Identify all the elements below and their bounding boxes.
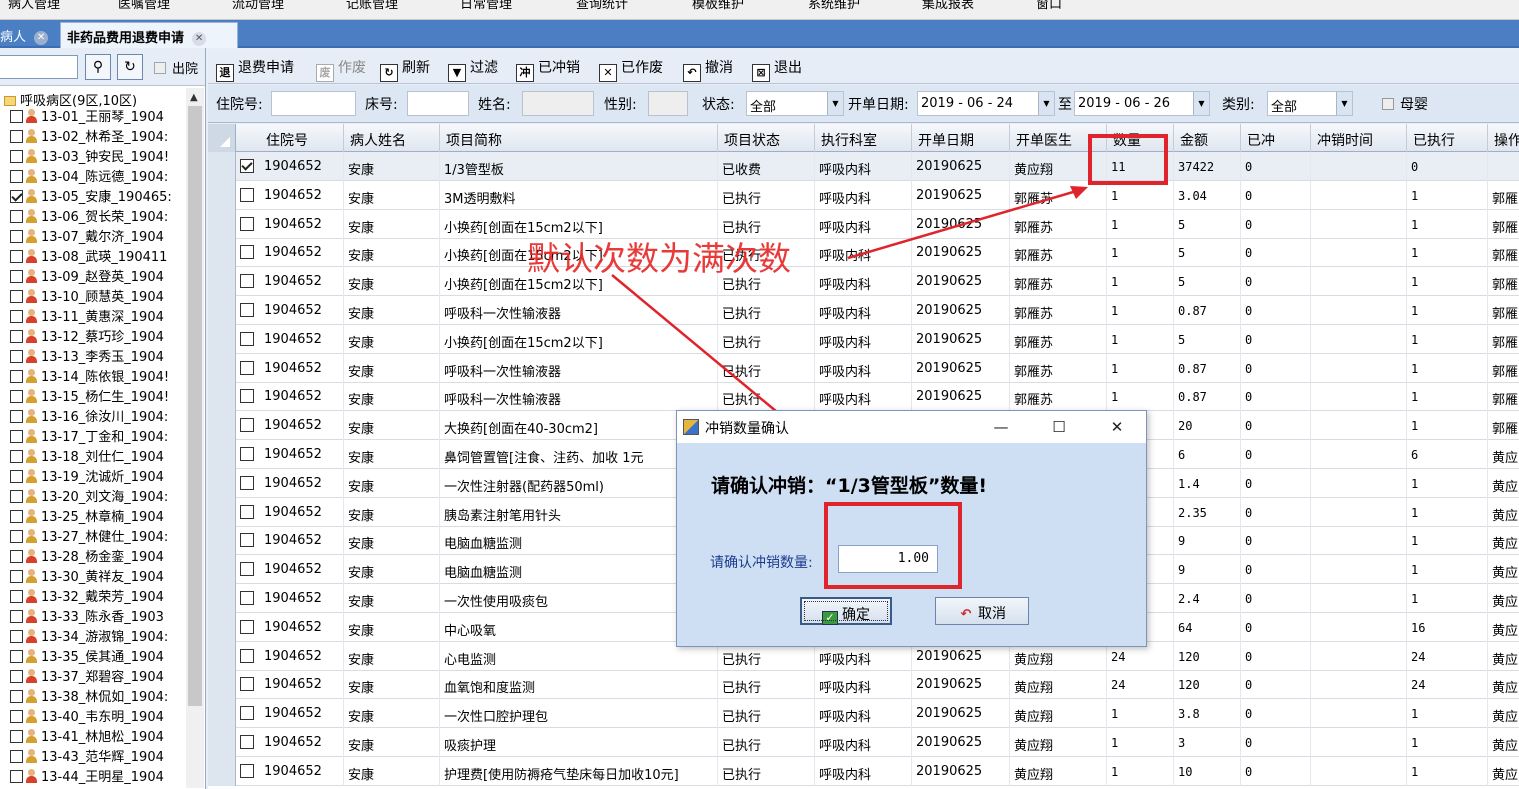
arrow-to-quantity (847, 188, 1081, 260)
ok-label: 确定 (842, 607, 870, 623)
check-icon: ✓ (822, 611, 838, 625)
annotation-arrows (611, 186, 1088, 443)
dialog-title: 冲销数量确认 (705, 421, 789, 437)
annotation-text: 默认次数为满次数 (527, 239, 791, 278)
qty-label: 请确认冲销数量: (710, 555, 813, 571)
cancel-label: 取消 (978, 606, 1006, 622)
close-button[interactable]: ✕ (1097, 415, 1137, 439)
ok-button[interactable]: ✓ 确定 (800, 597, 892, 625)
dialog-titlebar: 冲销数量确认 — ☐ ✕ (677, 411, 1146, 443)
minimize-button[interactable]: — (981, 415, 1021, 439)
offset-quantity-dialog: 冲销数量确认 — ☐ ✕ 请确认冲销：“1/3管型板”数量! 请确认冲销数量: … (676, 410, 1147, 647)
cancel-button[interactable]: ↶ 取消 (935, 597, 1029, 625)
highlight-qty-box (824, 502, 962, 589)
dialog-message: 请确认冲销：“1/3管型板”数量! (711, 475, 988, 497)
app-icon (683, 419, 699, 435)
undo-icon: ↶ (960, 607, 972, 622)
maximize-button[interactable]: ☐ (1039, 415, 1079, 439)
